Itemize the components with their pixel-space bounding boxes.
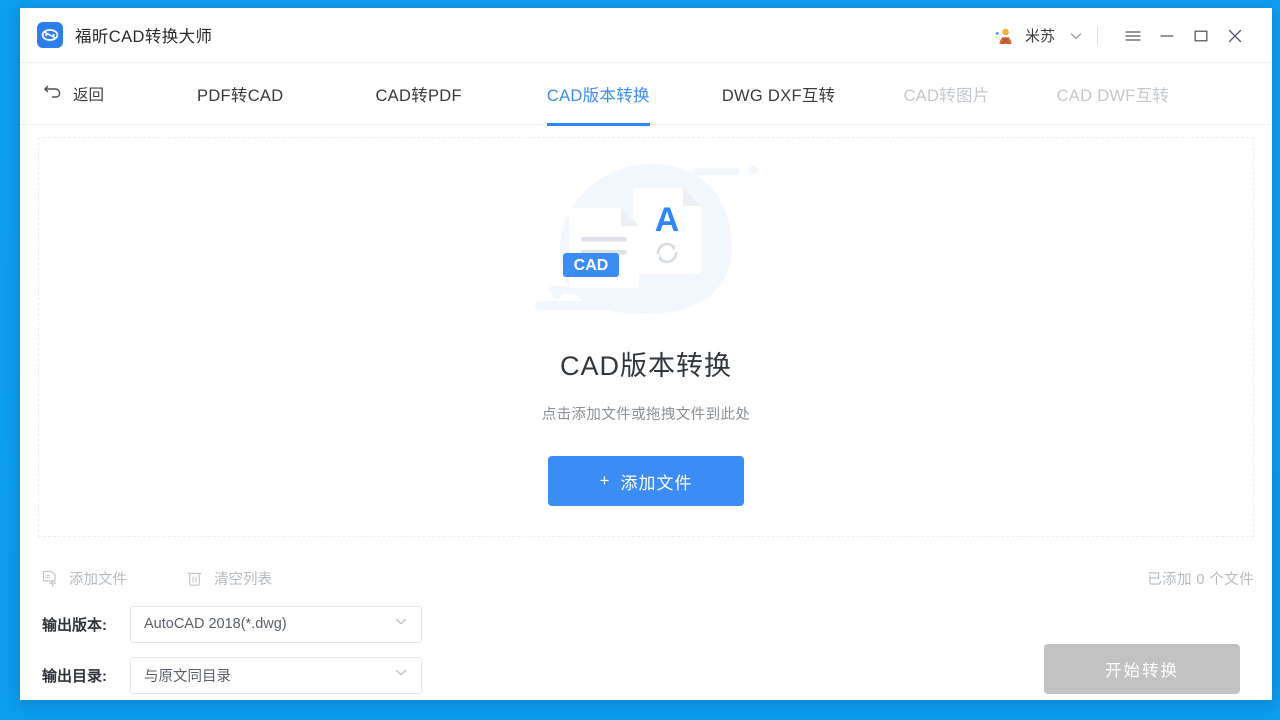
- output-version-select[interactable]: AutoCAD 2018(*.dwg): [130, 605, 422, 643]
- app-brand: 福昕CAD转换大师: [37, 22, 212, 48]
- app-title: 福昕CAD转换大师: [75, 28, 213, 46]
- drop-zone-title: CAD版本转换: [559, 351, 732, 381]
- tab-label: CAD版本转换: [546, 86, 650, 105]
- chevron-down-icon: [393, 665, 409, 686]
- start-convert-label: 开始转换: [1105, 662, 1179, 680]
- tab-cad-version-convert[interactable]: CAD版本转换: [546, 63, 650, 126]
- cad-logo-icon: [37, 22, 63, 48]
- output-directory-label: 输出目录:: [42, 667, 107, 685]
- plus-icon: +: [599, 471, 611, 490]
- tab-label: DWG DXF互转: [721, 86, 836, 105]
- minimize-icon[interactable]: [1150, 21, 1184, 51]
- svg-text:CAD: CAD: [574, 257, 609, 274]
- output-settings-area: 输出版本: AutoCAD 2018(*.dwg) 输出目录: 与原文同目录 开…: [20, 604, 1272, 695]
- user-avatar-icon[interactable]: [993, 25, 1015, 47]
- tab-label: CAD转图片: [903, 86, 990, 105]
- maximize-icon[interactable]: [1184, 21, 1218, 51]
- file-action-bar: 添加文件 清空列表 已添加 0 个文件: [38, 556, 1254, 600]
- output-version-label: 输出版本:: [42, 616, 107, 634]
- add-file-link[interactable]: 添加文件: [40, 568, 127, 589]
- back-arrow-icon: [42, 81, 64, 106]
- chevron-down-icon[interactable]: [1067, 27, 1085, 45]
- start-convert-button[interactable]: 开始转换: [1044, 644, 1240, 694]
- titlebar-divider: [1097, 26, 1098, 45]
- title-bar: 福昕CAD转换大师 米苏: [20, 8, 1272, 63]
- tab-list: PDF转CAD CAD转PDF CAD版本转换 DWG DXF互转 CAD转图片…: [104, 63, 1170, 126]
- application-window: 福昕CAD转换大师 米苏 返回 PDF转CAD CAD转PDF CAD版本转换 …: [20, 8, 1272, 700]
- tab-dwg-dxf-convert[interactable]: DWG DXF互转: [722, 63, 836, 125]
- cad-document-convert-illustration: A CAD: [521, 146, 771, 336]
- output-directory-value: 与原文同目录: [144, 668, 231, 685]
- add-file-button-label: 添加文件: [620, 473, 693, 493]
- tab-cad-dwf-convert[interactable]: CAD DWF互转: [1057, 63, 1170, 125]
- chevron-down-icon: [393, 614, 409, 635]
- back-button-label: 返回: [73, 86, 105, 104]
- output-version-value: AutoCAD 2018(*.dwg): [144, 616, 287, 632]
- clear-list-label: 清空列表: [214, 571, 272, 588]
- tab-cad-to-image[interactable]: CAD转图片: [903, 63, 989, 125]
- drop-zone-subtitle: 点击添加文件或拖拽文件到此处: [541, 407, 751, 423]
- tab-pdf-to-cad[interactable]: PDF转CAD: [197, 63, 283, 125]
- hamburger-menu-icon[interactable]: [1116, 21, 1150, 51]
- file-count-label: 已添加 0 个文件: [1147, 571, 1254, 588]
- file-drop-zone[interactable]: A CAD CAD版本转换 点击添加文件或拖拽文件到此处 + 添加文件: [38, 137, 1254, 537]
- tab-label: CAD DWF互转: [1056, 86, 1170, 105]
- titlebar-controls: 米苏: [993, 8, 1272, 63]
- tab-label: PDF转CAD: [197, 86, 284, 105]
- close-icon[interactable]: [1218, 21, 1252, 51]
- svg-text:A: A: [655, 201, 680, 239]
- trash-icon: [185, 569, 204, 588]
- output-directory-select[interactable]: 与原文同目录: [130, 656, 422, 694]
- output-version-row: 输出版本: AutoCAD 2018(*.dwg): [42, 604, 1272, 644]
- add-file-button[interactable]: + 添加文件: [548, 456, 744, 506]
- navigation-bar: 返回 PDF转CAD CAD转PDF CAD版本转换 DWG DXF互转 CAD…: [20, 63, 1272, 126]
- tab-cad-to-pdf[interactable]: CAD转PDF: [375, 63, 461, 125]
- add-file-link-label: 添加文件: [69, 571, 127, 588]
- user-name-label: 米苏: [1024, 28, 1055, 45]
- tab-label: CAD转PDF: [375, 86, 462, 105]
- back-button[interactable]: 返回: [42, 81, 104, 106]
- add-file-icon: [40, 569, 59, 588]
- clear-list-button[interactable]: 清空列表: [185, 568, 272, 589]
